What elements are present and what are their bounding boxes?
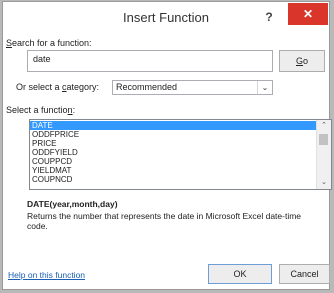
title-bar: Insert Function ? ✕ [3, 2, 329, 32]
list-item[interactable]: ODDFYIELD [30, 148, 316, 157]
search-input[interactable]: date [27, 50, 273, 72]
search-label-text: earch for a function: [12, 38, 92, 48]
chevron-down-icon[interactable]: ⌄ [257, 81, 272, 94]
ok-button[interactable]: OK [208, 264, 272, 284]
category-select[interactable]: Recommended ⌄ [112, 80, 273, 95]
function-listbox[interactable]: DATE ODDFPRICE PRICE ODDFYIELD COUPPCD Y… [29, 119, 332, 190]
go-text: o [303, 56, 309, 66]
insert-function-dialog: Insert Function ? ✕ Search for a functio… [2, 1, 332, 290]
scroll-down-icon[interactable]: ⌄ [317, 177, 331, 189]
function-list-label-pre: Select a functio [6, 105, 68, 115]
help-on-function-link[interactable]: Help on this function [8, 270, 85, 280]
list-item[interactable]: ODDFPRICE [30, 130, 316, 139]
list-scrollbar[interactable]: ⌃ ⌄ [316, 120, 331, 189]
cancel-button[interactable]: Cancel [279, 264, 330, 284]
function-description: Returns the number that represents the d… [27, 211, 302, 231]
category-label: Or select a category: [16, 82, 99, 92]
scroll-up-icon[interactable]: ⌃ [317, 120, 331, 132]
list-item[interactable]: COUPNCD [30, 175, 316, 184]
scroll-thumb[interactable] [319, 134, 328, 145]
list-item[interactable]: COUPPCD [30, 157, 316, 166]
function-list-label: Select a function: [6, 105, 75, 115]
dialog-title: Insert Function [123, 10, 209, 25]
close-button[interactable]: ✕ [288, 3, 328, 25]
help-button[interactable]: ? [259, 8, 279, 26]
go-accesskey: G [295, 56, 303, 66]
category-selected-value: Recommended [116, 82, 178, 92]
go-button[interactable]: Go [279, 50, 325, 72]
list-item[interactable]: YIELDMAT [30, 166, 316, 175]
search-label: Search for a function: [6, 38, 92, 48]
list-item[interactable]: PRICE [30, 139, 316, 148]
category-label-post: ategory: [66, 82, 100, 92]
category-label-pre: Or select a [16, 82, 63, 92]
list-item[interactable]: DATE [30, 121, 316, 130]
function-signature: DATE(year,month,day) [27, 199, 118, 209]
function-list-label-post: : [72, 105, 76, 115]
